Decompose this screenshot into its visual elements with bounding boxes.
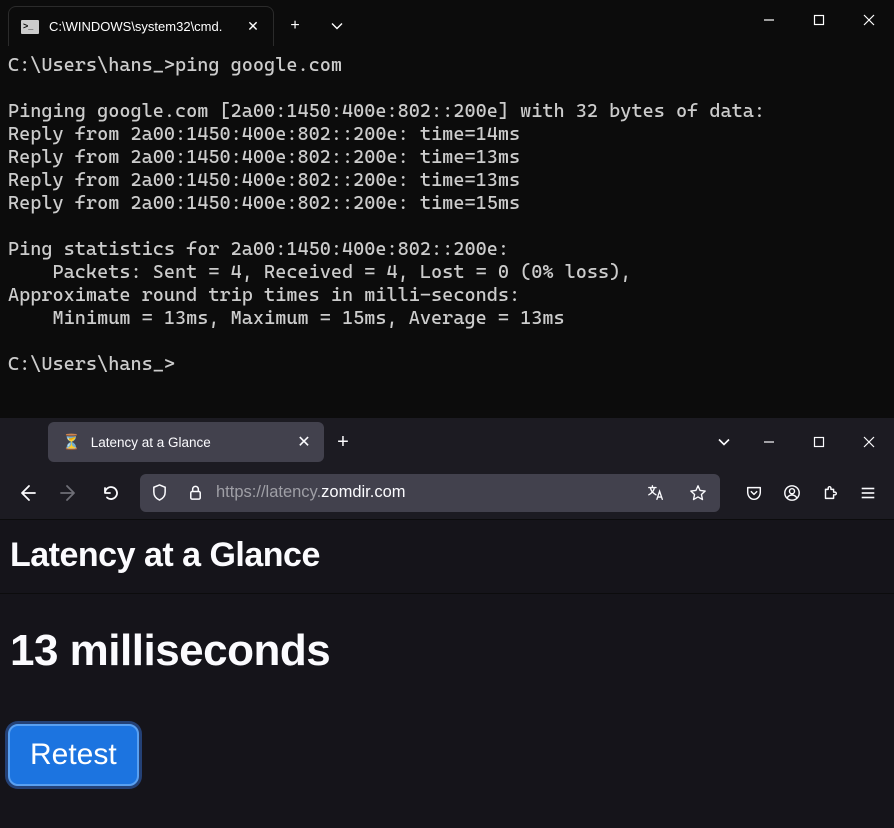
url-bar[interactable]: https://latency.zomdir.com [140, 474, 720, 512]
forward-button[interactable] [50, 475, 88, 511]
terminal-minimize-button[interactable] [744, 0, 794, 40]
browser-new-tab-button[interactable]: + [324, 423, 362, 461]
bookmark-button[interactable] [680, 477, 716, 509]
chevron-down-icon [718, 436, 730, 448]
url-domain: zomdir.com [321, 483, 405, 501]
hamburger-icon [859, 484, 877, 502]
browser-toolbar: https://latency.zomdir.com [0, 466, 894, 520]
translate-icon [647, 484, 665, 502]
terminal-window-controls [744, 0, 894, 40]
browser-close-button[interactable] [844, 420, 894, 464]
account-button[interactable] [774, 477, 810, 509]
terminal-tab-close-button[interactable]: ✕ [243, 18, 263, 35]
browser-tab-title: Latency at a Glance [91, 435, 284, 450]
back-button[interactable] [8, 475, 46, 511]
terminal-output[interactable]: C:\Users\hans_>ping google.com Pinging g… [0, 46, 894, 418]
terminal-tab-title: C:\WINDOWS\system32\cmd. [49, 19, 233, 34]
terminal-tab-dropdown-button[interactable] [316, 6, 358, 46]
browser-tab-close-button[interactable]: ✕ [294, 432, 314, 452]
reload-icon [102, 484, 120, 502]
browser-toolbar-right [736, 477, 886, 509]
retest-button[interactable]: Retest [8, 724, 139, 786]
pocket-button[interactable] [736, 477, 772, 509]
terminal-close-button[interactable] [844, 0, 894, 40]
hourglass-icon: ⏳ [62, 433, 81, 451]
url-text: https://latency.zomdir.com [216, 483, 632, 502]
app-menu-button[interactable] [850, 477, 886, 509]
shield-icon [151, 484, 168, 501]
terminal-titlebar: C:\WINDOWS\system32\cmd. ✕ + [0, 0, 894, 46]
puzzle-icon [821, 484, 839, 502]
browser-page-content: Latency at a Glance 13 milliseconds Rete… [0, 520, 894, 828]
minimize-icon [763, 436, 775, 448]
url-prefix: https://latency. [216, 483, 321, 501]
browser-window-controls [744, 420, 894, 464]
arrow-left-icon [18, 484, 36, 502]
terminal-new-tab-button[interactable]: + [274, 6, 316, 46]
browser-maximize-button[interactable] [794, 420, 844, 464]
terminal-window: C:\WINDOWS\system32\cmd. ✕ + C:\Users\ha… [0, 0, 894, 418]
extensions-button[interactable] [812, 477, 848, 509]
translate-button[interactable] [638, 477, 674, 509]
page-title: Latency at a Glance [10, 536, 884, 575]
terminal-tab[interactable]: C:\WINDOWS\system32\cmd. ✕ [8, 6, 274, 46]
page-body: 13 milliseconds Retest [0, 594, 894, 818]
page-header: Latency at a Glance [0, 520, 894, 594]
terminal-maximize-button[interactable] [794, 0, 844, 40]
tracking-protection-button[interactable] [144, 484, 174, 501]
arrow-right-icon [60, 484, 78, 502]
chevron-down-icon [331, 20, 343, 32]
browser-window: ⏳ Latency at a Glance ✕ + [0, 418, 894, 828]
reload-button[interactable] [92, 475, 130, 511]
browser-tabs-list-button[interactable] [704, 436, 744, 448]
account-icon [783, 484, 801, 502]
maximize-icon [813, 14, 825, 26]
browser-tab[interactable]: ⏳ Latency at a Glance ✕ [48, 422, 324, 462]
maximize-icon [813, 436, 825, 448]
star-icon [689, 484, 707, 502]
close-icon [863, 436, 875, 448]
close-icon [863, 14, 875, 26]
minimize-icon [763, 14, 775, 26]
lock-icon [187, 484, 204, 501]
browser-titlebar: ⏳ Latency at a Glance ✕ + [0, 418, 894, 466]
cmd-icon [21, 20, 39, 34]
latency-result: 13 milliseconds [10, 626, 884, 676]
browser-minimize-button[interactable] [744, 420, 794, 464]
pocket-icon [745, 484, 763, 502]
site-security-button[interactable] [180, 484, 210, 501]
